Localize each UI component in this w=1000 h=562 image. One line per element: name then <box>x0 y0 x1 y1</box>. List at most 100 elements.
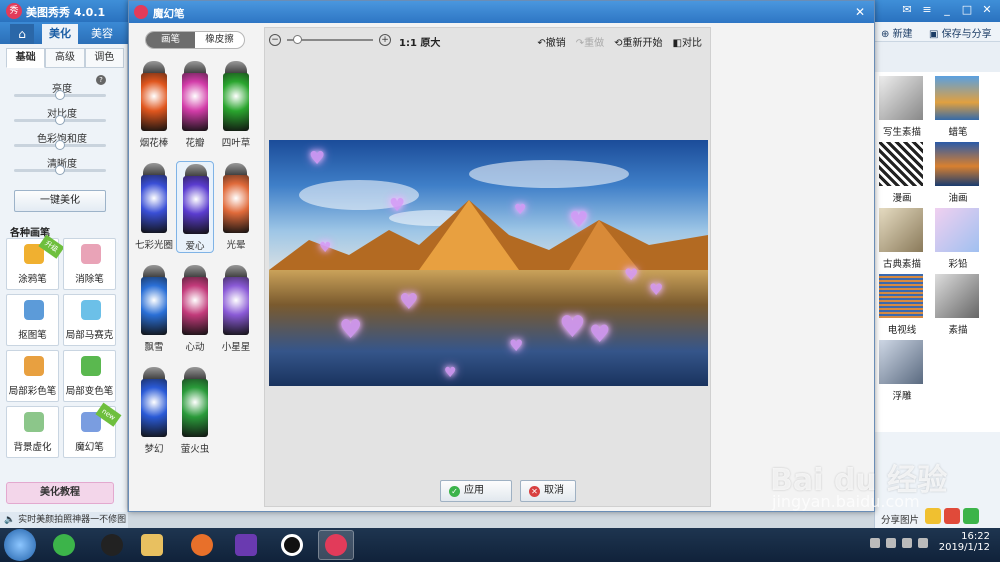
close-button[interactable]: ✕ <box>980 3 994 17</box>
pen-6[interactable]: 飘雪 <box>135 263 173 355</box>
pen-0[interactable]: 烟花棒 <box>135 59 173 151</box>
home-tab[interactable]: ⌂ <box>10 24 34 44</box>
network-icon[interactable] <box>886 538 896 548</box>
brush-label: 背景虚化 <box>13 442 52 453</box>
pen-1[interactable]: 花瓣 <box>176 59 214 151</box>
taskbar-app-recorder[interactable] <box>274 530 310 560</box>
pen-4[interactable]: 爱心 <box>176 161 214 253</box>
speaker-icon: 🔈 <box>4 515 16 525</box>
taskbar-app-meitu[interactable] <box>318 530 354 560</box>
pen-mode-tabs: 画笔 橡皮擦 <box>145 31 245 49</box>
tutorial-button[interactable]: 美化教程 <box>6 482 114 504</box>
effect-oil[interactable]: 油画 <box>933 142 985 205</box>
brush-eraser[interactable]: 消除笔 <box>63 238 116 290</box>
menu-icon[interactable]: ≡ <box>920 3 934 17</box>
tab-beauty[interactable]: 美容 <box>84 24 120 44</box>
tab-eraser[interactable]: 橡皮擦 <box>195 32 244 48</box>
saturation-slider[interactable]: 色彩饱和度 <box>12 127 112 152</box>
dialog-titlebar: 魔幻笔 ✕ <box>129 1 874 23</box>
heart-sticker: ♥ <box>559 310 586 345</box>
brush-doodle[interactable]: 升级 涂鸦笔 <box>6 234 65 290</box>
pen-5[interactable]: 光晕 <box>217 161 255 253</box>
effect-emboss[interactable]: 浮雕 <box>877 340 929 403</box>
weibo-icon[interactable] <box>944 508 960 524</box>
effect-colored-pencil[interactable]: 彩铅 <box>933 208 985 271</box>
slider-knob[interactable] <box>55 165 65 175</box>
taskbar-app-360[interactable] <box>46 530 82 560</box>
flag-icon[interactable] <box>902 538 912 548</box>
effect-label: 素描 <box>948 325 968 336</box>
zoom-knob[interactable] <box>293 35 302 44</box>
star-icon[interactable] <box>925 508 941 524</box>
subtab-advanced[interactable]: 高级 <box>45 48 85 68</box>
brush-mosaic[interactable]: 局部马赛克 <box>63 294 116 346</box>
taskbar-app-explorer[interactable] <box>134 530 170 560</box>
subtab-color[interactable]: 调色 <box>84 48 124 68</box>
brush-local-color[interactable]: 局部彩色笔 <box>6 350 59 402</box>
restart-button[interactable]: ⟲重新开始 <box>614 34 662 49</box>
apply-button[interactable]: ✓ 应用 <box>440 480 512 502</box>
pen-body-icon <box>182 277 208 335</box>
effect-tv-lines[interactable]: 电视线 <box>877 274 929 337</box>
pen-2[interactable]: 四叶草 <box>217 59 255 151</box>
zoom-in-icon[interactable]: + <box>379 34 391 46</box>
taskbar-app-firefox[interactable] <box>184 530 220 560</box>
undo-button[interactable]: ↶撤销 <box>537 34 565 49</box>
status-text[interactable]: 实时美颜拍照神器一不修图 <box>18 515 126 525</box>
contrast-slider[interactable]: 对比度 <box>12 102 112 127</box>
brush-magic-pen[interactable]: new 魔幻笔 <box>63 402 122 458</box>
taskbar-app-player[interactable] <box>228 530 264 560</box>
mosaic-icon <box>81 300 101 320</box>
effect-label: 写生素描 <box>882 127 921 138</box>
keyboard-icon[interactable] <box>870 538 880 548</box>
pen-3[interactable]: 七彩光圈 <box>135 161 173 253</box>
clock[interactable]: 16:22 2019/1/12 <box>939 531 990 553</box>
pen-7[interactable]: 心动 <box>176 263 214 355</box>
dialog-close-button[interactable]: ✕ <box>852 4 868 20</box>
zoom-out-icon[interactable]: − <box>269 34 281 46</box>
effect-classic-sketch[interactable]: 古典素描 <box>877 208 929 271</box>
effect-comic[interactable]: 漫画 <box>877 142 929 205</box>
volume-icon[interactable] <box>918 538 928 548</box>
save-share-button[interactable]: ▣ 保存与分享 <box>929 25 992 40</box>
pen-9[interactable]: 梦幻 <box>135 365 173 457</box>
pen-label: 小星星 <box>221 342 251 353</box>
compare-button[interactable]: ◧对比 <box>673 34 702 49</box>
effect-crayon[interactable]: 蜡笔 <box>933 76 985 139</box>
effect-sketch[interactable]: 写生素描 <box>877 76 929 139</box>
maximize-button[interactable]: □ <box>960 3 974 17</box>
sharpness-slider[interactable]: 清晰度 <box>12 152 112 177</box>
photo-canvas[interactable]: ♥ ♥ ♥ ♥ ♥ ♥ ♥ ♥ ♥ ♥ ♥ ♥ ♥ <box>269 140 708 386</box>
heart-sticker: ♥ <box>399 290 419 315</box>
brush-cutout[interactable]: 抠图笔 <box>6 294 59 346</box>
zoom-ratio[interactable]: 1:1 原大 <box>399 34 440 49</box>
tab-beautify[interactable]: 美化 <box>42 24 78 44</box>
brightness-slider[interactable]: 亮度 <box>12 77 112 102</box>
apply-label: 应用 <box>464 485 484 496</box>
cancel-button[interactable]: ✕ 取消 <box>520 480 576 502</box>
qq-icon <box>101 534 123 556</box>
pen-8[interactable]: 小星星 <box>217 263 255 355</box>
plus-icon[interactable] <box>963 508 979 524</box>
taskbar-app-qq[interactable] <box>94 530 130 560</box>
slider-knob[interactable] <box>55 140 65 150</box>
one-key-beautify-button[interactable]: 一键美化 <box>14 190 106 212</box>
gift-icon[interactable]: ✉ <box>900 3 914 17</box>
meitu-icon <box>325 534 347 556</box>
heart-sticker: ♥ <box>649 280 664 299</box>
new-button[interactable]: ⊕ 新建 <box>881 25 913 40</box>
minimize-button[interactable]: _ <box>940 3 954 17</box>
eraser-icon <box>81 244 101 264</box>
tab-brush[interactable]: 画笔 <box>146 32 195 48</box>
slider-knob[interactable] <box>55 90 65 100</box>
start-button[interactable] <box>4 529 36 561</box>
effect-label: 蜡笔 <box>948 127 968 138</box>
brush-local-recolor[interactable]: 局部变色笔 <box>63 350 116 402</box>
brush-background-blur[interactable]: 背景虚化 <box>6 406 59 458</box>
status-bar: 🔈 实时美颜拍照神器一不修图 <box>0 512 128 528</box>
slider-knob[interactable] <box>55 115 65 125</box>
redo-button[interactable]: ↷重做 <box>576 34 604 49</box>
subtab-basic[interactable]: 基础 <box>6 48 46 68</box>
effect-pencil-sketch[interactable]: 素描 <box>933 274 985 337</box>
pen-10[interactable]: 萤火虫 <box>176 365 214 457</box>
